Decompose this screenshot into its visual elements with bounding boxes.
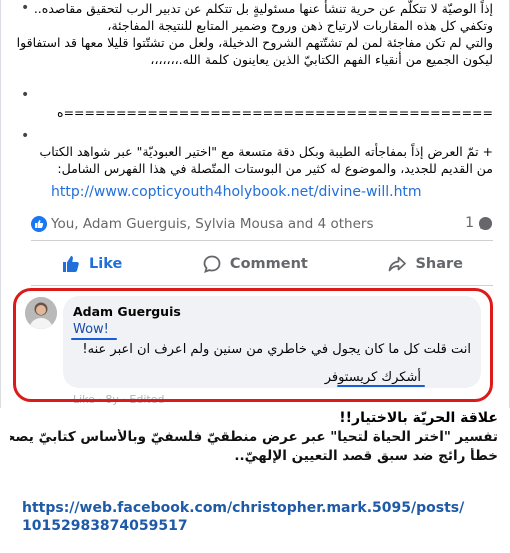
share-label: Share xyxy=(415,256,463,272)
comment-button[interactable]: Comment xyxy=(172,254,338,274)
facebook-post: • إذاً الوصيّة لا تتكلّم عن حرية تنشأ عن… xyxy=(0,0,510,408)
post-text-line: + تمّ العرض إذاً بمفاجأته الطيبة وبكل دق… xyxy=(39,144,493,159)
share-button[interactable]: Share xyxy=(357,254,493,274)
like-reaction-icon xyxy=(31,216,47,232)
post-text-line: وتكفي كل هذه المقاربات لارتياح ذهن وروح … xyxy=(107,18,493,33)
reaction-names[interactable]: You, Adam Guerguis, Sylvia Mousa and 4 o… xyxy=(51,216,374,232)
comment-count[interactable]: 1 xyxy=(465,215,493,231)
comment-count-value: 1 xyxy=(465,215,474,231)
thumbs-up-icon xyxy=(63,256,79,272)
post-text-line: إذاً الوصيّة لا تتكلّم عن حرية تنشأ عنها… xyxy=(33,1,493,16)
like-label: Like xyxy=(89,256,123,272)
post-external-link[interactable]: http://www.copticyouth4holybook.net/divi… xyxy=(51,184,422,200)
divider xyxy=(31,285,493,286)
source-url-line-1[interactable]: https://web.facebook.com/christopher.mar… xyxy=(22,500,464,516)
source-url-line-2[interactable]: 10152983874059517 xyxy=(22,518,188,534)
comment-icon xyxy=(203,255,221,273)
post-body-text-2: + تمّ العرض إذاً بمفاجأته الطيبة وبكل دق… xyxy=(15,143,493,177)
post-text-line: من القديم للجديد، والموضوع له كثير من ال… xyxy=(57,161,493,176)
comment-bubble-icon xyxy=(478,216,493,230)
caption-text-line: تفسير "اختر الحياة لتحيا" عبر عرض منطقيّ… xyxy=(10,429,498,445)
bullet-dot: • xyxy=(21,128,30,144)
post-text-line: ليكون الجميع من أنقياء الفهم الكتابيّ ال… xyxy=(150,52,493,67)
post-text-line: والتي لم تكن مفاجئة لمن لم تشتّتهم الشرو… xyxy=(15,35,493,50)
bullet-dot: • xyxy=(21,87,30,103)
reactions-summary[interactable]: You, Adam Guerguis, Sylvia Mousa and 4 o… xyxy=(31,212,493,238)
caption-text-line: خطأً رائج ضد سبق قصد التعيين الإلهيّ.. xyxy=(234,448,498,464)
caption-title: علاقة الحريّة بالاختيار!! xyxy=(339,410,498,426)
comment-label: Comment xyxy=(229,256,308,272)
post-actions-bar: Like Comment Share xyxy=(31,246,493,282)
like-button[interactable]: Like xyxy=(31,254,152,274)
separator-line: ========================================… xyxy=(57,105,493,120)
divider xyxy=(31,240,493,241)
post-body-text: إذاً الوصيّة لا تتكلّم عن حرية تنشأ عنها… xyxy=(15,0,493,68)
share-icon xyxy=(389,256,407,272)
highlight-box xyxy=(13,288,493,402)
